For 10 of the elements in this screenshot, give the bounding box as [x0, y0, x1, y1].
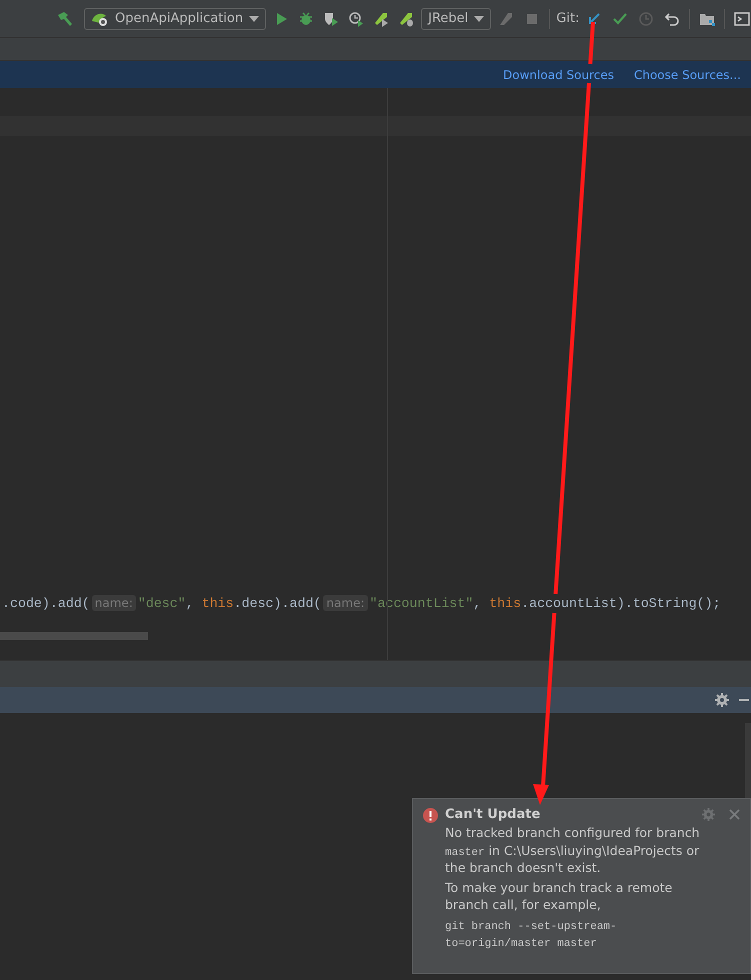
code-line: .code).add( name: "desc", this.desc).add( name: "accountList", this.accountList).toString();	[1, 594, 722, 613]
git-label: Git:	[556, 11, 580, 26]
banner-link[interactable]: Download Sources	[503, 68, 614, 82]
notification-title: Can't Update	[445, 807, 540, 822]
jrebel-dropdown[interactable]: JRebel	[421, 8, 492, 30]
notification-message: git branch --set-upstream-to=origin/master master	[445, 920, 618, 950]
notification-message: To make your branch track a remote branch call, for example,	[445, 878, 674, 914]
banner-link[interactable]: Choose Sources...	[634, 68, 741, 82]
run-config-dropdown[interactable]: OpenApiApplication	[84, 8, 266, 30]
notification-message: No tracked branch configured for branch master in C:\Users\liuying\IdeaProjects or the branch doesn't exist.	[445, 824, 701, 876]
